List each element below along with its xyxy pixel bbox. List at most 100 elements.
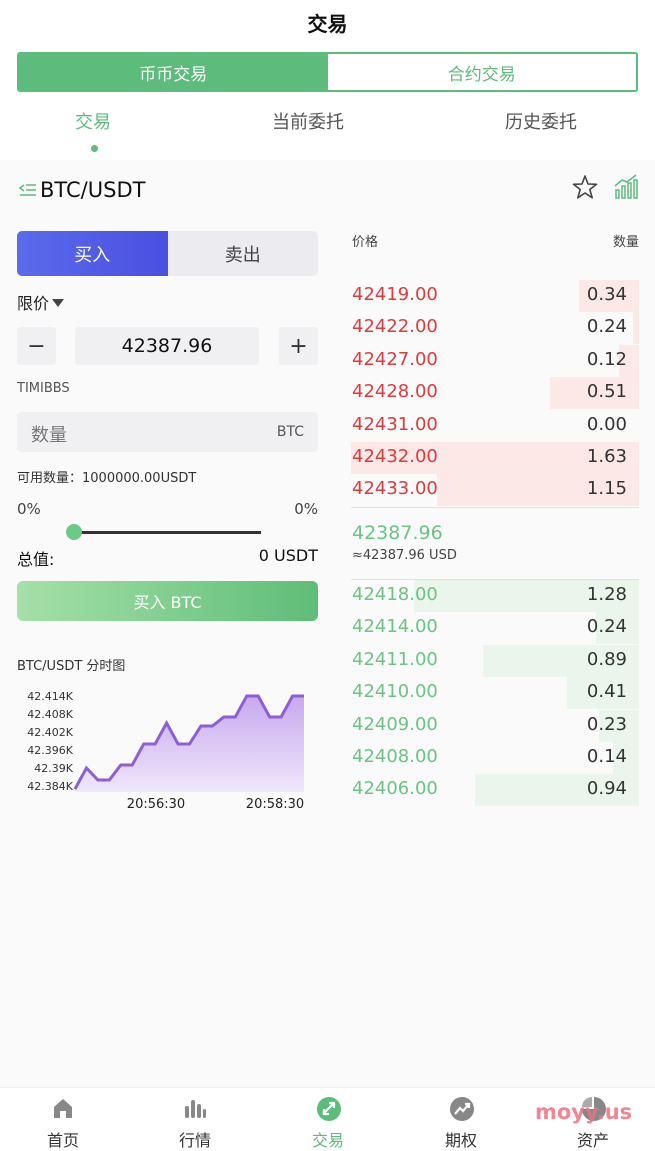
bid-order-row[interactable]: 42409.00 0.23 bbox=[351, 709, 639, 742]
kline-chart-icon[interactable] bbox=[614, 174, 638, 204]
home-icon bbox=[54, 1099, 72, 1118]
nav-trade[interactable]: 交易 bbox=[278, 1088, 378, 1151]
y-tick-label: 42.402K bbox=[27, 726, 73, 739]
y-tick-label: 42.408K bbox=[27, 708, 73, 721]
order-quantity: 0.34 bbox=[586, 284, 627, 305]
mini-chart-title: BTC/USDT 分时图 bbox=[17, 659, 126, 674]
nav-options[interactable]: 期权 bbox=[411, 1088, 511, 1151]
available-balance: 可用数量：1000000.00USDT bbox=[17, 471, 197, 486]
ask-order-row[interactable]: 42432.00 1.63 bbox=[351, 442, 639, 474]
order-quantity: 0.94 bbox=[586, 778, 627, 800]
sell-tab[interactable]: 卖出 bbox=[168, 231, 319, 276]
quantity-input[interactable]: 数量 BTC bbox=[17, 412, 318, 452]
bid-order-row[interactable]: 42406.00 0.94 bbox=[351, 774, 639, 807]
y-tick-label: 42.414K bbox=[27, 690, 73, 703]
trade-icon bbox=[317, 1097, 341, 1121]
bid-order-row[interactable]: 42418.00 1.28 bbox=[351, 580, 639, 612]
last-price-usd: ≈42387.96 USD bbox=[352, 548, 457, 563]
tab-current-orders[interactable]: 当前委托 bbox=[272, 108, 344, 134]
order-price: 42411.00 bbox=[352, 648, 438, 670]
total-value: 0 USDT bbox=[258, 546, 318, 565]
quantity-placeholder: 数量 bbox=[31, 425, 67, 446]
price-input[interactable]: 42387.96 bbox=[75, 327, 259, 365]
tab-trade[interactable]: 交易 bbox=[75, 108, 111, 134]
order-quantity: 0.23 bbox=[586, 713, 627, 735]
amount-slider-handle[interactable] bbox=[66, 524, 82, 540]
order-price: 42427.00 bbox=[352, 348, 438, 370]
bid-order-row[interactable]: 42411.00 0.89 bbox=[351, 644, 639, 677]
order-type-label: 限价 bbox=[17, 294, 50, 313]
orderbook-divider bbox=[351, 507, 639, 508]
star-icon[interactable] bbox=[572, 174, 598, 204]
nav-home[interactable]: 首页 bbox=[13, 1088, 113, 1151]
ask-order-row[interactable]: 42427.00 0.12 bbox=[351, 344, 639, 377]
tab-spot-trade[interactable]: 币币交易 bbox=[19, 54, 328, 90]
order-quantity: 1.28 bbox=[586, 584, 627, 605]
order-price: 42432.00 bbox=[352, 446, 438, 467]
ask-order-row[interactable]: 42431.00 0.00 bbox=[351, 410, 639, 442]
price-increase-button[interactable]: + bbox=[279, 327, 318, 365]
trade-type-switch: 币币交易 合约交易 bbox=[17, 52, 638, 92]
nav-label: 交易 bbox=[311, 1131, 344, 1150]
nav-label: 期权 bbox=[444, 1131, 477, 1150]
amount-slider-track[interactable] bbox=[73, 531, 261, 534]
account-label: TIMIBBS bbox=[17, 381, 70, 396]
ask-order-row[interactable]: 42422.00 0.24 bbox=[351, 312, 639, 345]
order-price: 42406.00 bbox=[352, 778, 438, 800]
order-quantity: 0.00 bbox=[586, 413, 627, 435]
orderbook-price-header: 价格 bbox=[352, 235, 379, 250]
caret-down-icon bbox=[52, 299, 65, 307]
order-price: 42431.00 bbox=[352, 413, 438, 435]
bid-order-row[interactable]: 42414.00 0.24 bbox=[351, 612, 639, 645]
watermark: moyy.us bbox=[535, 1100, 633, 1124]
percent-left: 0% bbox=[17, 500, 41, 518]
bid-order-row[interactable]: 42408.00 0.14 bbox=[351, 742, 639, 774]
order-price: 42433.00 bbox=[352, 478, 438, 500]
order-price: 42419.00 bbox=[352, 284, 438, 305]
nav-label: 行情 bbox=[178, 1131, 211, 1150]
bid-order-row[interactable]: 42410.00 0.41 bbox=[351, 677, 639, 710]
order-quantity: 0.24 bbox=[586, 316, 627, 338]
order-price: 42410.00 bbox=[352, 681, 438, 703]
active-tab-indicator bbox=[91, 145, 98, 152]
order-price: 42418.00 bbox=[352, 584, 438, 605]
tab-contract-trade[interactable]: 合约交易 bbox=[327, 54, 636, 90]
order-price: 42428.00 bbox=[352, 381, 438, 403]
x-tick-label: 20:58:30 bbox=[246, 797, 304, 812]
tab-order-history[interactable]: 历史委托 bbox=[505, 108, 577, 134]
order-quantity: 0.41 bbox=[586, 681, 627, 703]
order-price: 42414.00 bbox=[352, 616, 438, 638]
sub-tabs: 交易 当前委托 历史委托 bbox=[0, 108, 655, 148]
total-label: 总值: bbox=[17, 550, 55, 569]
ask-order-row[interactable]: 42428.00 0.51 bbox=[351, 377, 639, 410]
pair-name[interactable]: BTC/USDT bbox=[40, 178, 145, 202]
order-quantity: 0.24 bbox=[586, 616, 627, 638]
order-quantity: 1.63 bbox=[586, 446, 627, 467]
buy-submit-button[interactable]: 买入 BTC bbox=[17, 581, 318, 621]
depth-bar bbox=[633, 312, 639, 345]
y-tick-label: 42.384K bbox=[27, 780, 73, 793]
nav-market[interactable]: 行情 bbox=[145, 1088, 245, 1151]
orderbook-qty-header: 数量 bbox=[612, 235, 639, 250]
order-quantity: 0.14 bbox=[586, 746, 627, 767]
buy-tab[interactable]: 买入 bbox=[17, 231, 168, 276]
percent-right: 0% bbox=[294, 500, 318, 518]
ask-order-row[interactable]: 42419.00 0.34 bbox=[351, 280, 639, 312]
market-icon bbox=[185, 1100, 206, 1118]
price-line-chart: 42.414K 42.408K 42.402K 42.396K 42.39K 42.384… bbox=[27, 690, 304, 812]
order-quantity: 1.15 bbox=[586, 478, 627, 500]
last-price: 42387.96 bbox=[352, 522, 443, 544]
order-price: 42409.00 bbox=[352, 713, 438, 735]
order-type-select[interactable]: 限价 bbox=[17, 290, 65, 314]
order-price: 42422.00 bbox=[352, 316, 438, 338]
ask-order-row[interactable]: 42433.00 1.15 bbox=[351, 474, 639, 507]
page-title: 交易 bbox=[307, 12, 348, 36]
nav-label: 资产 bbox=[576, 1131, 609, 1150]
order-quantity: 0.89 bbox=[586, 648, 627, 670]
buy-sell-switch: 买入 卖出 bbox=[17, 231, 318, 276]
menu-toggle-icon[interactable] bbox=[18, 181, 37, 199]
y-tick-label: 42.396K bbox=[27, 744, 73, 757]
y-tick-label: 42.39K bbox=[34, 762, 73, 775]
price-decrease-button[interactable]: − bbox=[17, 327, 56, 365]
nav-label: 首页 bbox=[46, 1131, 79, 1150]
